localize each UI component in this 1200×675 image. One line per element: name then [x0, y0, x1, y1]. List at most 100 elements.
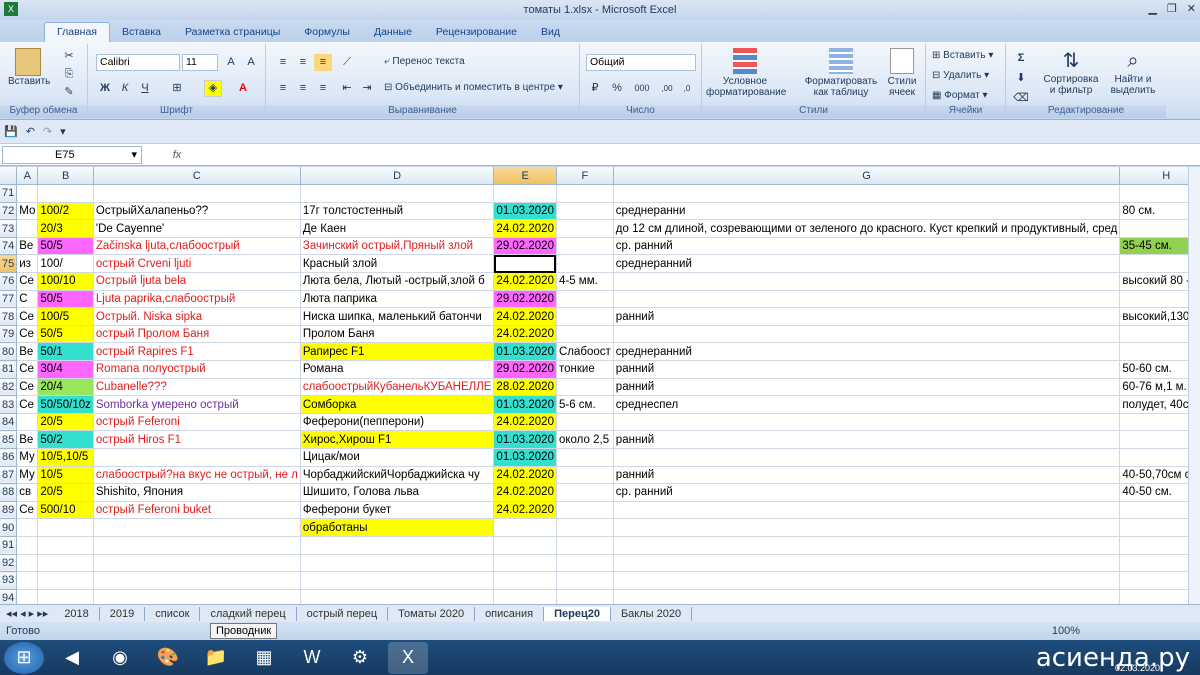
font-name-select[interactable]: Calibri — [96, 54, 180, 71]
cell[interactable]: ранний — [613, 307, 1121, 326]
column-header[interactable]: E — [493, 167, 557, 186]
row-header[interactable]: 94 — [0, 589, 18, 604]
maximize-icon[interactable]: ❐ — [1167, 2, 1177, 15]
undo-icon[interactable]: ↶ — [26, 125, 35, 138]
cell[interactable] — [556, 325, 614, 344]
cell[interactable] — [1119, 325, 1188, 344]
cell[interactable]: Мо — [16, 202, 39, 221]
align-center-icon[interactable]: ≡ — [294, 80, 312, 97]
cell[interactable] — [1119, 501, 1188, 520]
cell[interactable]: среднеранний — [613, 254, 1121, 274]
cell[interactable]: около 2,5 — [556, 430, 614, 449]
tab-4[interactable]: Данные — [362, 23, 424, 42]
find-select-button[interactable]: ⌕ Найти и выделить — [1104, 48, 1162, 96]
tab-0[interactable]: Главная — [44, 22, 110, 42]
name-box[interactable]: E75 ▾ — [2, 145, 142, 164]
cell[interactable] — [493, 518, 557, 537]
cell[interactable]: Феферони букет — [300, 501, 495, 520]
sheet-tab[interactable]: Перец20 — [544, 606, 611, 621]
cell[interactable] — [556, 254, 614, 274]
spreadsheet-grid[interactable]: ABCDEFGHIJKLMN 7172Мо100/2ОстрыйХалапень… — [0, 167, 1188, 604]
align-right-icon[interactable]: ≡ — [314, 80, 332, 97]
cell[interactable] — [93, 571, 301, 590]
cell[interactable]: Ве — [16, 342, 39, 362]
cell[interactable] — [16, 571, 39, 590]
cell[interactable] — [613, 290, 1121, 309]
sheet-tab[interactable]: 2019 — [100, 606, 146, 621]
cell[interactable]: 50/50/10z — [37, 395, 94, 414]
cell[interactable]: обработаны — [300, 518, 495, 537]
row-header[interactable]: 83 — [0, 395, 18, 414]
cell[interactable]: 100/2 — [37, 202, 94, 221]
cell[interactable] — [556, 307, 614, 326]
cell[interactable] — [556, 413, 614, 432]
cell[interactable]: Зачинский острый,Пряный злой — [300, 237, 495, 256]
row-header[interactable]: 90 — [0, 518, 18, 537]
explorer-icon[interactable]: 📁 — [196, 642, 236, 674]
cell[interactable]: слабоострый?на вкус не острый, не л — [93, 466, 301, 485]
cell[interactable]: 01.03.2020 — [493, 395, 557, 414]
cell[interactable]: полудет, 40см. — [1119, 395, 1188, 414]
cell[interactable] — [613, 571, 1121, 590]
cell[interactable] — [16, 518, 39, 537]
increase-decimal-icon[interactable]: ,00 — [658, 80, 676, 97]
row-header[interactable]: 78 — [0, 307, 18, 326]
settings-icon[interactable]: ⚙ — [340, 642, 380, 674]
merge-center-button[interactable]: ⊟ Объединить и поместить в центре ▾ — [384, 82, 563, 93]
cell[interactable] — [556, 184, 614, 203]
cell[interactable]: Слабоост — [556, 342, 614, 362]
cell[interactable] — [93, 589, 301, 604]
cell[interactable]: Се — [16, 325, 39, 344]
cell[interactable]: ОстрыйХалапеньо?? — [93, 202, 301, 221]
cell[interactable] — [37, 571, 94, 590]
cell[interactable] — [613, 518, 1121, 537]
cell[interactable]: 35-45 см. — [1119, 237, 1188, 256]
cell[interactable]: Цицак/мои — [300, 448, 495, 467]
row-header[interactable]: 84 — [0, 413, 18, 432]
font-color-icon[interactable]: A — [234, 80, 252, 97]
conditional-formatting-button[interactable]: Условное форматирование — [706, 48, 786, 98]
row-header[interactable]: 88 — [0, 483, 18, 502]
cell[interactable]: 40-50 см. — [1119, 483, 1188, 502]
customize-qat-icon[interactable]: ▾ — [60, 125, 66, 138]
percent-icon[interactable]: % — [608, 80, 626, 97]
word-icon[interactable]: W — [292, 642, 332, 674]
cell[interactable] — [93, 448, 301, 467]
fill-icon[interactable]: ⬇ — [1012, 70, 1030, 87]
cell[interactable] — [556, 536, 614, 555]
font-size-select[interactable]: 11 — [182, 54, 218, 71]
cell[interactable]: 20/5 — [37, 413, 94, 432]
cell[interactable]: Красный злой — [300, 254, 495, 274]
cell[interactable]: Люта бела, Лютый -острый,злой б — [300, 272, 495, 291]
cell[interactable]: 29.02.2020 — [493, 360, 557, 379]
chrome-icon[interactable]: ◉ — [100, 642, 140, 674]
cell[interactable] — [493, 571, 557, 590]
sheet-tab[interactable]: Баклы 2020 — [611, 606, 693, 621]
cell[interactable]: слабоострыйКубанельКУБАНЕЛЛЕ — [300, 378, 495, 397]
cell[interactable]: Ниска шипка, маленький батончи — [300, 307, 495, 326]
cell[interactable] — [1119, 184, 1188, 203]
cell[interactable]: 5-6 см. — [556, 395, 614, 414]
cell[interactable]: 24.02.2020 — [493, 307, 557, 326]
decrease-indent-icon[interactable]: ⇤ — [338, 80, 356, 97]
cell[interactable] — [556, 483, 614, 502]
row-header[interactable]: 74 — [0, 237, 18, 256]
cell[interactable]: 24.02.2020 — [493, 413, 557, 432]
cell[interactable]: 80 см. — [1119, 202, 1188, 221]
cell[interactable]: Ве — [16, 430, 39, 449]
cell[interactable] — [16, 413, 39, 432]
cell[interactable] — [1119, 536, 1188, 555]
underline-icon[interactable]: Ч — [136, 80, 154, 97]
cell[interactable]: 'De Cayenne' — [93, 219, 301, 238]
cell[interactable]: острый Пролом Баня — [93, 325, 301, 344]
sheet-tab[interactable]: Томаты 2020 — [388, 606, 476, 621]
cell[interactable]: 100/ — [37, 254, 94, 274]
cell[interactable]: ранний — [613, 378, 1121, 397]
cell[interactable]: 24.02.2020 — [493, 272, 557, 291]
cell[interactable] — [613, 413, 1121, 432]
cell[interactable] — [37, 518, 94, 537]
cell[interactable]: 24.02.2020 — [493, 501, 557, 520]
cell[interactable]: 4-5 мм. — [556, 272, 614, 291]
cell[interactable] — [613, 184, 1121, 203]
cell[interactable] — [556, 378, 614, 397]
